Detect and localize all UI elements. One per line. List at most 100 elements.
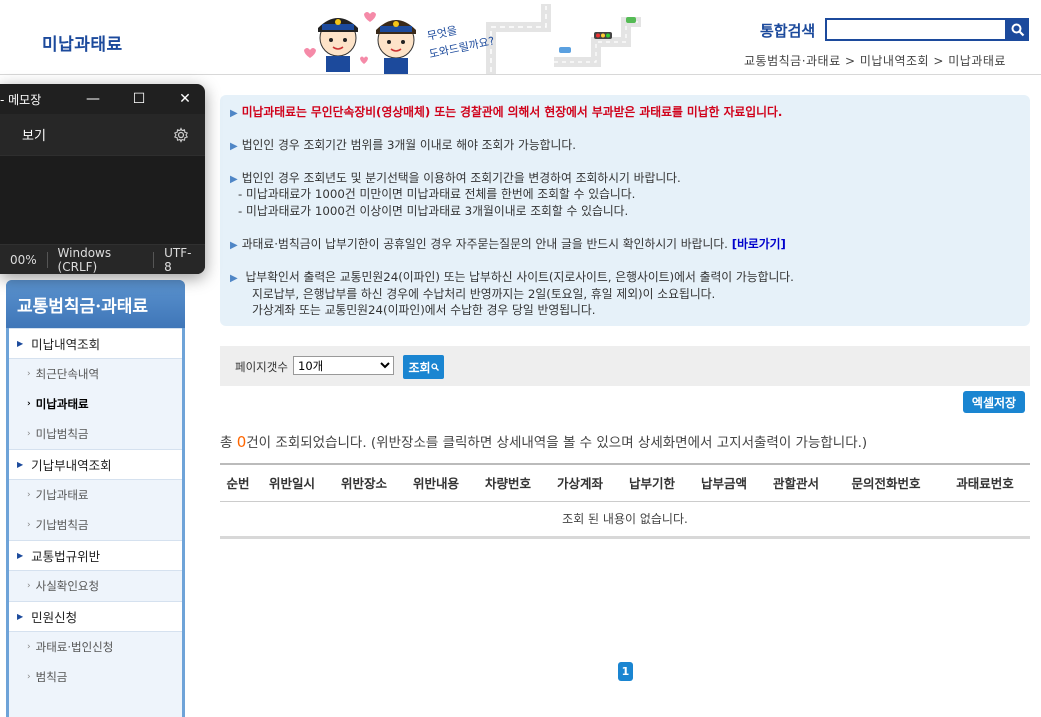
sidebar-item-unpaid-penalty[interactable]: › 미납범칙금 — [9, 419, 182, 449]
page-header: 미납과태료 무엇을 도와드릴까요? 통합검색 교통범칙금·과태료 > 미납내역조… — [0, 0, 1041, 75]
notepad-editor[interactable] — [0, 156, 205, 244]
notice-subline: 가상계좌 또는 교통민원24(이파인)에서 수납한 경우 당일 반영됩니다. — [252, 303, 596, 317]
sidebar-item-fact-check[interactable]: › 사실확인요청 — [9, 571, 182, 601]
page-number-current[interactable]: 1 — [618, 662, 633, 681]
minimize-icon[interactable]: — — [83, 89, 103, 109]
triangle-right-icon: ▶ — [230, 174, 238, 185]
notepad-window[interactable]: - 메모장 — ☐ ✕ 보기 00% Windows (CRLF) UTF-8 — [0, 84, 205, 274]
maximize-icon[interactable]: ☐ — [129, 89, 149, 109]
sidebar-item-label: 최근단속내역 — [35, 367, 100, 381]
triangle-right-icon: ▶ — [230, 108, 238, 119]
triangle-right-icon: ▶ — [230, 240, 238, 251]
notepad-titlebar[interactable]: - 메모장 — ☐ ✕ — [0, 84, 205, 114]
search-input[interactable] — [825, 18, 1007, 41]
sidebar-group-paid[interactable]: ▶ 기납부내역조회 — [9, 449, 182, 480]
excel-save-button[interactable]: 엑셀저장 — [963, 391, 1025, 413]
notice-subline: - 미납과태료가 1000건 미만이면 미납과태료 전체를 한번에 조회할 수 … — [238, 187, 636, 201]
sidebar-group-petition[interactable]: ▶ 민원신청 — [9, 601, 182, 632]
notice-box: ▶ 미납과태료는 무인단속장비(영상매체) 또는 경찰관에 의해서 현장에서 부과… — [220, 95, 1030, 326]
notepad-title: - 메모장 — [0, 92, 42, 107]
chevron-right-icon: › — [27, 520, 31, 530]
sidebar-item-label: 범칙금 — [35, 670, 68, 684]
sidebar-item-recent-enforcement[interactable]: › 최근단속내역 — [9, 359, 182, 389]
query-button-label: 조회 — [408, 360, 431, 375]
table-header-row: 순번 위반일시 위반장소 위반내용 차량번호 가상계좌 납부기한 납부금액 관할… — [220, 465, 1030, 502]
sidebar-item-paid-fine[interactable]: › 기납과태료 — [9, 480, 182, 510]
notice-line: ▶ 납부확인서 출력은 교통민원24(이파인) 또는 납부하신 사이트(지로사이… — [230, 268, 794, 285]
sidebar-group-unpaid[interactable]: ▶ 미납내역조회 — [9, 328, 182, 359]
column-header: 순번 — [220, 465, 256, 502]
sidebar-item-penalty[interactable]: › 범칙금 — [9, 662, 182, 692]
close-icon[interactable]: ✕ — [175, 89, 195, 109]
notice-line: ▶ 미납과태료는 무인단속장비(영상매체) 또는 경찰관에 의해서 현장에서 부과… — [230, 103, 782, 120]
chevron-right-icon: › — [27, 672, 31, 682]
sidebar-group-label: 민원신청 — [31, 610, 78, 625]
sidebar-item-label: 사실확인요청 — [35, 579, 100, 593]
chevron-right-icon: › — [27, 429, 31, 439]
gear-icon[interactable] — [173, 126, 189, 143]
column-header: 가상계좌 — [544, 465, 616, 502]
shortcut-link[interactable]: [바로가기] — [732, 237, 786, 251]
menu-view[interactable]: 보기 — [22, 125, 46, 144]
triangle-right-icon: ▶ — [17, 612, 24, 621]
fine-table: 순번 위반일시 위반장소 위반내용 차량번호 가상계좌 납부기한 납부금액 관할… — [220, 465, 1030, 535]
notice-text: 미납과태료는 무인단속장비(영상매체) 또는 경찰관에 의해서 현장에서 부과받… — [241, 105, 783, 119]
search-label: 통합검색 — [760, 22, 816, 40]
search-icon — [430, 363, 439, 371]
query-button[interactable]: 조회 — [403, 355, 444, 379]
page-size-label: 페이지갯수 — [235, 360, 288, 374]
sidebar-item-label: 기납범칙금 — [35, 518, 89, 532]
table-bottom-border — [220, 536, 1030, 539]
column-header: 관할관서 — [760, 465, 832, 502]
breadcrumb: 교통범칙금·과태료 > 미납내역조회 > 미납과태료 — [744, 54, 1006, 68]
sidebar-item-label: 미납과태료 — [35, 397, 89, 411]
sidebar-menu: ▶ 미납내역조회 › 최근단속내역 › 미납과태료 › 미납범칙금 ▶ 기납부내역조회 ›… — [9, 328, 182, 717]
result-suffix: 건이 조회되었습니다. (위반장소를 클릭하면 상세내역을 볼 수 있으며 상세… — [246, 435, 868, 451]
sidebar-group-label: 교통법규위반 — [31, 549, 101, 564]
sidebar-group-violation[interactable]: ▶ 교통법규위반 — [9, 540, 182, 571]
sidebar-item-label: 기납과태료 — [35, 488, 89, 502]
table-row: 조회 된 내용이 없습니다. — [220, 501, 1030, 535]
sidebar-item-label: 과태료·법인신청 — [35, 640, 114, 654]
empty-message: 조회 된 내용이 없습니다. — [562, 511, 688, 526]
notice-subline: - 미납과태료가 1000건 이상이면 미납과태료 3개월이내로 조회할 수 있… — [238, 204, 629, 218]
sidebar: 교통범칙금·과태료 ▶ 미납내역조회 › 최근단속내역 › 미납과태료 › 미납범칙금 … — [6, 280, 185, 717]
notice-line: ▶ 법인인 경우 조회기간 범위를 3개월 이내로 해야 조회가 가능합니다. — [230, 136, 576, 153]
search-button[interactable] — [1006, 18, 1029, 41]
notepad-menubar: 보기 — [0, 114, 205, 156]
sidebar-item-fine-corporate[interactable]: › 과태료·법인신청 — [9, 632, 182, 662]
column-header: 위반장소 — [328, 465, 400, 502]
column-header: 차량번호 — [472, 465, 544, 502]
notice-line: ▶ 법인인 경우 조회년도 및 분기선택을 이용하여 조회기간을 변경하여 조회하… — [230, 169, 681, 186]
triangle-right-icon: ▶ — [17, 339, 24, 348]
chevron-right-icon: › — [27, 399, 31, 409]
status-zoom: 00% — [10, 252, 37, 267]
notice-text: 과태료·범칙금이 납부기한이 공휴일인 경우 자주묻는질문의 안내 글을 반드시… — [241, 237, 728, 251]
triangle-right-icon: ▶ — [17, 551, 24, 560]
svg-text:무엇을: 무엇을 — [426, 24, 458, 43]
notice-subline: 지로납부, 은행납부를 하신 경우에 수납처리 반영까지는 2일(토요일, 휴일… — [252, 287, 716, 301]
triangle-right-icon: ▶ — [17, 460, 24, 469]
triangle-right-icon: ▶ — [230, 273, 238, 284]
sidebar-item-label: 미납범칙금 — [35, 427, 89, 441]
sidebar-item-unpaid-fine[interactable]: › 미납과태료 — [9, 389, 182, 419]
search-icon — [1011, 23, 1024, 36]
chevron-right-icon: › — [27, 642, 31, 652]
notice-text: 납부확인서 출력은 교통민원24(이파인) 또는 납부하신 사이트(지로사이트,… — [245, 270, 794, 284]
notice-text: 법인인 경우 조회년도 및 분기선택을 이용하여 조회기간을 변경하여 조회하시… — [241, 171, 681, 185]
sidebar-group-label: 미납내역조회 — [31, 337, 101, 352]
chevron-right-icon: › — [27, 581, 31, 591]
column-header: 위반내용 — [400, 465, 472, 502]
column-header: 위반일시 — [256, 465, 328, 502]
sidebar-group-label: 기납부내역조회 — [31, 458, 112, 473]
status-encoding: UTF-8 — [164, 245, 192, 274]
triangle-right-icon: ▶ — [230, 141, 238, 152]
notice-line: ▶ 과태료·범칙금이 납부기한이 공휴일인 경우 자주묻는질문의 안내 글을 반드… — [230, 235, 786, 252]
status-line-ending: Windows (CRLF) — [57, 245, 112, 274]
result-count: 0 — [236, 433, 247, 451]
column-header: 납부기한 — [616, 465, 688, 502]
filter-bar: 페이지갯수 10개 조회 — [220, 346, 1030, 386]
sidebar-item-paid-penalty[interactable]: › 기납범칙금 — [9, 510, 182, 540]
column-header: 과태료번호 — [939, 465, 1030, 502]
page-size-select[interactable]: 10개 — [293, 356, 394, 375]
